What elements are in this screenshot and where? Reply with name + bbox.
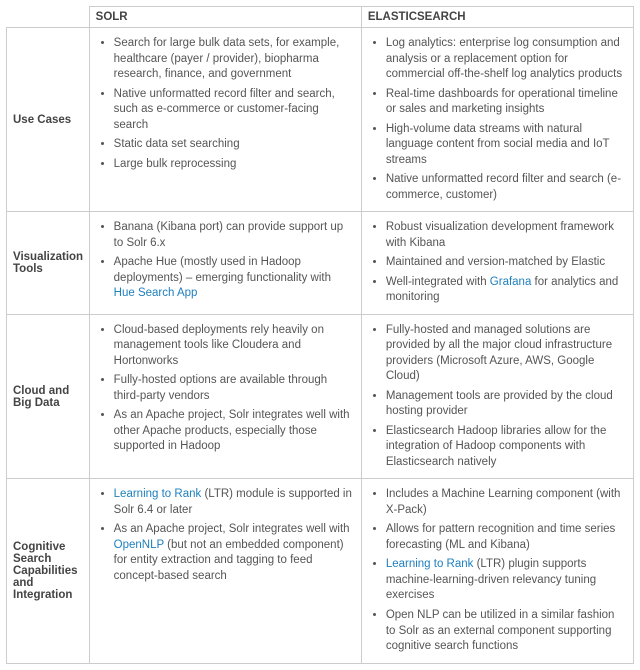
- list-item: Well-integrated with Grafana for analyti…: [386, 275, 627, 306]
- list-item: Native unformatted record filter and sea…: [386, 172, 627, 203]
- row-label: Visualization Tools: [7, 212, 90, 315]
- list-item: Apache Hue (mostly used in Hadoop deploy…: [114, 255, 355, 302]
- list-item: Native unformatted record filter and sea…: [114, 87, 355, 134]
- list-item: Log analytics: enterprise log consumptio…: [386, 36, 627, 83]
- header-elasticsearch: ELASTICSEARCH: [361, 7, 633, 28]
- link[interactable]: Learning to Rank: [386, 558, 474, 570]
- list-item: Static data set searching: [114, 137, 355, 153]
- table-row: Cognitive Search Capabilities and Integr…: [7, 479, 634, 663]
- cell-solr: Banana (Kibana port) can provide support…: [89, 212, 361, 315]
- list-item: Large bulk reprocessing: [114, 157, 355, 173]
- list-item: Learning to Rank (LTR) plugin supports m…: [386, 557, 627, 604]
- list-item: High-volume data streams with natural la…: [386, 122, 627, 169]
- es-list: Robust visualization development framewo…: [368, 220, 627, 306]
- list-item: As an Apache project, Solr integrates we…: [114, 522, 355, 584]
- solr-list: Learning to Rank (LTR) module is support…: [96, 487, 355, 584]
- list-item: Management tools are provided by the clo…: [386, 389, 627, 420]
- list-item: Fully-hosted and managed solutions are p…: [386, 323, 627, 385]
- solr-list: Banana (Kibana port) can provide support…: [96, 220, 355, 302]
- row-label: Cognitive Search Capabilities and Integr…: [7, 479, 90, 663]
- row-label: Use Cases: [7, 28, 90, 212]
- list-item: Cloud-based deployments rely heavily on …: [114, 323, 355, 370]
- cell-solr: Search for large bulk data sets, for exa…: [89, 28, 361, 212]
- link[interactable]: Hue Search App: [114, 287, 198, 299]
- header-empty: [7, 7, 90, 28]
- cell-elasticsearch: Includes a Machine Learning component (w…: [361, 479, 633, 663]
- list-item: Fully-hosted options are available throu…: [114, 373, 355, 404]
- es-list: Includes a Machine Learning component (w…: [368, 487, 627, 654]
- list-item: Elasticsearch Hadoop libraries allow for…: [386, 424, 627, 471]
- table-row: Use Cases Search for large bulk data sets…: [7, 28, 634, 212]
- cell-solr: Cloud-based deployments rely heavily on …: [89, 314, 361, 479]
- link[interactable]: Learning to Rank: [114, 488, 202, 500]
- list-item: Search for large bulk data sets, for exa…: [114, 36, 355, 83]
- es-list: Fully-hosted and managed solutions are p…: [368, 323, 627, 471]
- list-item: Robust visualization development framewo…: [386, 220, 627, 251]
- header-solr: SOLR: [89, 7, 361, 28]
- cell-elasticsearch: Fully-hosted and managed solutions are p…: [361, 314, 633, 479]
- list-item: Open NLP can be utilized in a similar fa…: [386, 608, 627, 655]
- comparison-table: SOLR ELASTICSEARCH Use Cases Search for l…: [6, 6, 634, 664]
- list-item: Maintained and version-matched by Elasti…: [386, 255, 627, 271]
- list-item: Allows for pattern recognition and time …: [386, 522, 627, 553]
- list-item: Includes a Machine Learning component (w…: [386, 487, 627, 518]
- table-row: Visualization Tools Banana (Kibana port) …: [7, 212, 634, 315]
- list-item: Banana (Kibana port) can provide support…: [114, 220, 355, 251]
- solr-list: Cloud-based deployments rely heavily on …: [96, 323, 355, 455]
- cell-elasticsearch: Log analytics: enterprise log consumptio…: [361, 28, 633, 212]
- solr-list: Search for large bulk data sets, for exa…: [96, 36, 355, 172]
- link[interactable]: OpenNLP: [114, 539, 164, 551]
- cell-solr: Learning to Rank (LTR) module is support…: [89, 479, 361, 663]
- list-item: As an Apache project, Solr integrates we…: [114, 408, 355, 455]
- list-item: Real-time dashboards for operational tim…: [386, 87, 627, 118]
- es-list: Log analytics: enterprise log consumptio…: [368, 36, 627, 203]
- list-item: Learning to Rank (LTR) module is support…: [114, 487, 355, 518]
- link[interactable]: Grafana: [490, 276, 532, 288]
- row-label: Cloud and Big Data: [7, 314, 90, 479]
- cell-elasticsearch: Robust visualization development framewo…: [361, 212, 633, 315]
- table-row: Cloud and Big Data Cloud-based deployment…: [7, 314, 634, 479]
